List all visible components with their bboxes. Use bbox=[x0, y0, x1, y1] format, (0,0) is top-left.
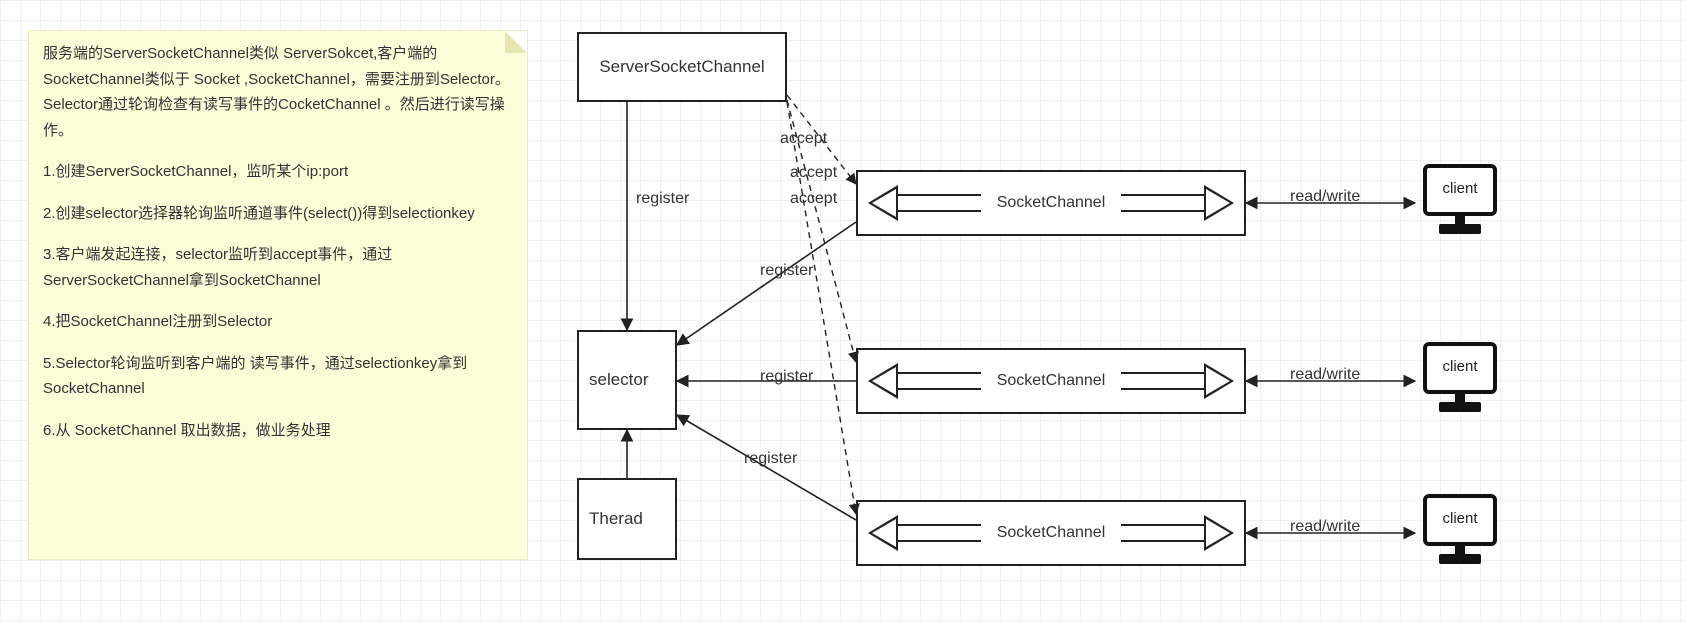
client-node-3: client bbox=[1415, 490, 1505, 570]
note-step-5: 5.Selector轮询监听到客户端的 读写事件，通过selectionkey拿… bbox=[43, 351, 513, 402]
socket-channel-node-2: SocketChannel bbox=[856, 348, 1246, 414]
server-socket-channel-node: ServerSocketChannel bbox=[577, 32, 787, 102]
note-step-6: 6.从 SocketChannel 取出数据，做业务处理 bbox=[43, 418, 513, 444]
edge-label-rw-1: read/write bbox=[1290, 188, 1360, 206]
client-label-1: client bbox=[1415, 180, 1505, 197]
thread-label: Therad bbox=[589, 509, 643, 529]
edge-label-accept-3: accept bbox=[790, 190, 837, 208]
diagram-canvas: 服务端的ServerSocketChannel类似 ServerSokcet,客… bbox=[0, 0, 1686, 622]
socket-channel-label-1: SocketChannel bbox=[981, 194, 1121, 212]
note-step-1: 1.创建ServerSocketChannel，监听某个ip:port bbox=[43, 159, 513, 185]
note-step-3: 3.客户端发起连接，selector监听到accept事件，通过ServerSo… bbox=[43, 242, 513, 293]
note-step-2: 2.创建selector选择器轮询监听通道事件(select())得到selec… bbox=[43, 201, 513, 227]
edge-label-register-2: register bbox=[760, 368, 813, 386]
selector-label: selector bbox=[589, 370, 649, 390]
client-node-2: client bbox=[1415, 338, 1505, 418]
socket-channel-label-3: SocketChannel bbox=[981, 524, 1121, 542]
thread-node: Therad bbox=[577, 478, 677, 560]
edge-label-rw-3: read/write bbox=[1290, 518, 1360, 536]
socket-channel-node-3: SocketChannel bbox=[856, 500, 1246, 566]
edge-label-register-1: register bbox=[760, 262, 813, 280]
note-step-4: 4.把SocketChannel注册到Selector bbox=[43, 309, 513, 335]
edge-label-register-ssc: register bbox=[636, 190, 689, 208]
client-label-3: client bbox=[1415, 510, 1505, 527]
client-node-1: client bbox=[1415, 160, 1505, 240]
selector-node: selector bbox=[577, 330, 677, 430]
server-socket-channel-label: ServerSocketChannel bbox=[599, 57, 764, 77]
description-note: 服务端的ServerSocketChannel类似 ServerSokcet,客… bbox=[28, 30, 528, 560]
edge-label-rw-2: read/write bbox=[1290, 366, 1360, 384]
client-label-2: client bbox=[1415, 358, 1505, 375]
edge-label-accept-2: accept bbox=[790, 164, 837, 182]
edge-label-register-3: register bbox=[744, 450, 797, 468]
note-intro: 服务端的ServerSocketChannel类似 ServerSokcet,客… bbox=[43, 41, 513, 143]
socket-channel-node-1: SocketChannel bbox=[856, 170, 1246, 236]
edge-label-accept-1: accept bbox=[780, 130, 827, 148]
socket-channel-label-2: SocketChannel bbox=[981, 372, 1121, 390]
